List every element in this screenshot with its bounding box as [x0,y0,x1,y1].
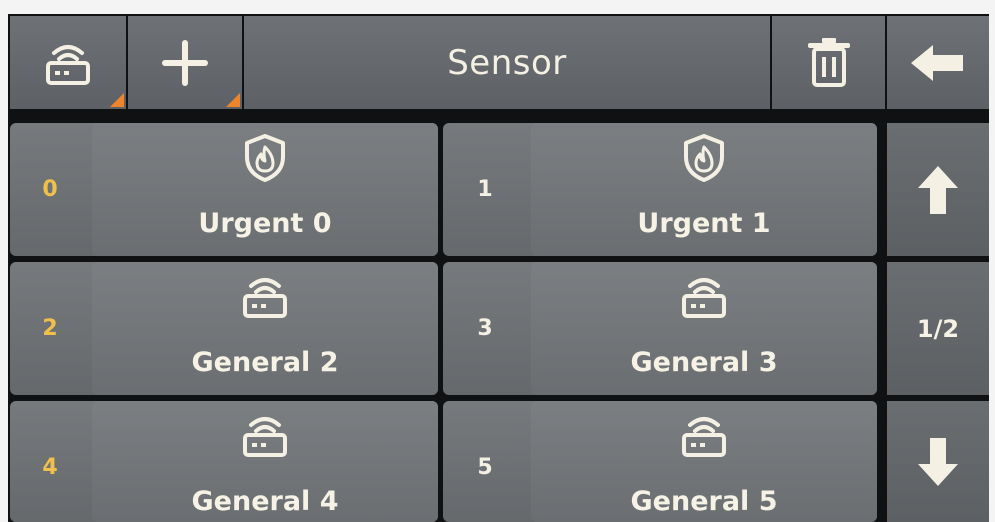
delete-button[interactable] [772,16,885,109]
trash-icon [807,37,850,87]
sensor-button-general-2[interactable]: General 2 [92,262,438,395]
page-up-button[interactable] [887,123,989,256]
title-bar: Sensor [244,16,770,109]
corner-marker [226,93,240,107]
router-wifi-icon [682,417,726,457]
sensor-screen: Sensor 0 Urgent 0 1 Urgent 1 2 General 2… [0,0,995,522]
sensor-cell-2: 2 General 2 [10,262,438,395]
sensor-cell-4: 4 General 4 [10,401,438,522]
sensor-label: General 4 [191,486,339,517]
corner-marker [110,93,124,107]
page-indicator: 1/2 [916,314,960,343]
shield-flame-icon [684,134,724,182]
sensor-label: General 2 [191,347,339,378]
router-wifi-icon [243,278,287,318]
router-wifi-icon [682,278,726,318]
screen-bezel-left [0,0,8,522]
router-wifi-icon [46,44,90,85]
arrow-left-icon [911,44,963,81]
wireless-sensor-button[interactable] [10,16,126,109]
sensor-index: 4 [42,455,58,480]
sensor-label: General 5 [630,486,778,517]
plus-icon [162,39,208,86]
sensor-index: 2 [42,316,58,341]
sensor-index: 0 [42,177,58,202]
sensor-button-urgent-0[interactable]: Urgent 0 [92,123,438,256]
screen-bezel-top [0,0,995,14]
page-down-button[interactable] [887,401,989,522]
sensor-button-general-4[interactable]: General 4 [92,401,438,522]
sensor-cell-0: 0 Urgent 0 [10,123,438,256]
sensor-cell-5: 5 General 5 [443,401,877,522]
sensor-button-urgent-1[interactable]: Urgent 1 [531,123,877,256]
screen-bezel-right [989,0,995,522]
router-wifi-icon [243,417,287,457]
page-title: Sensor [447,42,567,83]
sensor-label: General 3 [630,347,778,378]
sensor-cell-3: 3 General 3 [443,262,877,395]
shield-flame-icon [245,134,285,182]
arrow-down-icon [918,437,958,486]
sensor-button-general-3[interactable]: General 3 [531,262,877,395]
sensor-label: Urgent 0 [198,208,332,239]
sensor-index: 3 [477,316,493,341]
sensor-label: Urgent 1 [637,208,771,239]
page-indicator-panel: 1/2 [887,262,989,395]
sensor-button-general-5[interactable]: General 5 [531,401,877,522]
sensor-cell-1: 1 Urgent 1 [443,123,877,256]
add-button[interactable] [128,16,242,109]
arrow-up-icon [918,165,958,214]
back-button[interactable] [887,16,989,109]
sensor-index: 1 [477,177,493,202]
sensor-index: 5 [477,455,493,480]
